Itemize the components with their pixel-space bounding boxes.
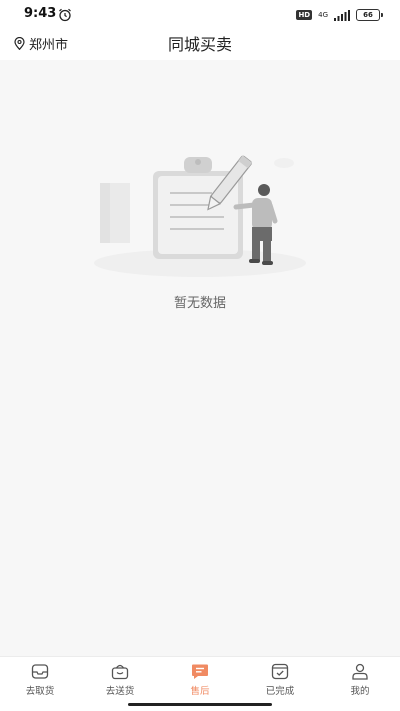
battery-icon: 66 [356, 9, 383, 21]
shopping-basket-icon [111, 664, 129, 680]
battery-level: 66 [363, 11, 373, 19]
tab-after-sales[interactable]: 售后 [160, 657, 240, 701]
inbox-tray-icon [31, 664, 49, 679]
status-bar: 9:43 HD 4G 66 [0, 0, 400, 28]
status-indicators: HD 4G 66 [296, 8, 383, 22]
tab-pickup[interactable]: 去取货 [0, 657, 80, 701]
tab-label: 已完成 [265, 686, 295, 697]
signal-strength-icon [334, 9, 350, 21]
empty-state-text: 暂无数据 [173, 296, 226, 311]
tab-bar: 去取货 去送货 售后 已完成 我的 [0, 656, 400, 701]
tab-delivery[interactable]: 去送货 [80, 657, 160, 701]
tab-label: 我的 [350, 686, 370, 697]
main-content: 暂无数据 [0, 60, 400, 656]
empty-state-illustration [94, 155, 306, 277]
page-title: 同城买卖 [167, 35, 232, 54]
header: 郑州市 同城买卖 [0, 28, 400, 60]
message-box-icon [192, 664, 208, 679]
tab-completed[interactable]: 已完成 [240, 657, 320, 701]
alarm-clock-icon [59, 8, 71, 22]
status-time: 9:43 [24, 6, 57, 21]
home-indicator [128, 703, 272, 706]
network-type: 4G [318, 10, 328, 19]
tab-label: 去取货 [25, 686, 55, 697]
tab-label: 售后 [190, 686, 210, 697]
tab-mine[interactable]: 我的 [320, 657, 400, 701]
user-icon [352, 663, 368, 680]
tab-label: 去送货 [105, 686, 135, 697]
check-box-icon [271, 663, 289, 680]
hd-badge: HD [296, 10, 313, 20]
